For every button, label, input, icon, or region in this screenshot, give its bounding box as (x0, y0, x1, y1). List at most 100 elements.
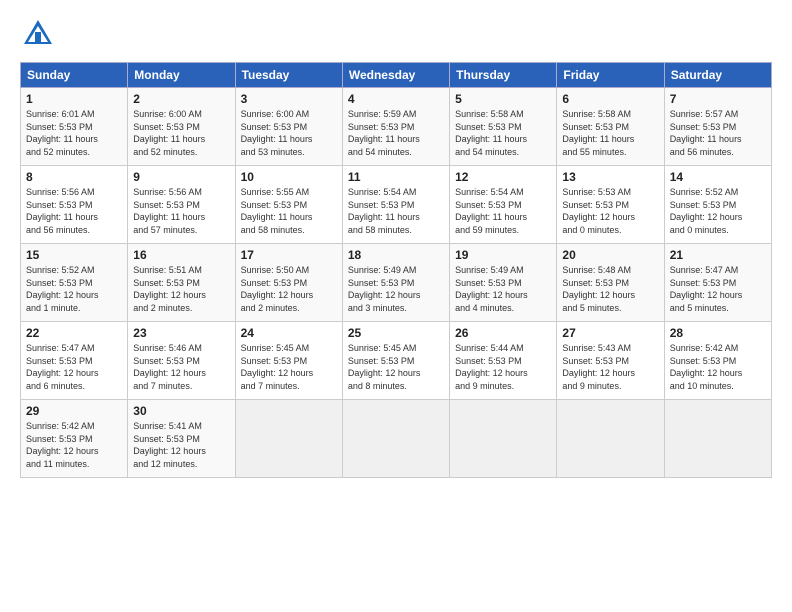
day-cell: 9 Sunrise: 5:56 AM Sunset: 5:53 PM Daylig… (128, 166, 235, 244)
day-cell: 10 Sunrise: 5:55 AM Sunset: 5:53 PM Dayli… (235, 166, 342, 244)
day-info: Sunrise: 5:50 AM Sunset: 5:53 PM Dayligh… (241, 264, 337, 314)
day-info: Sunrise: 6:01 AM Sunset: 5:53 PM Dayligh… (26, 108, 122, 158)
day-number: 6 (562, 92, 658, 106)
day-info: Sunrise: 5:54 AM Sunset: 5:53 PM Dayligh… (348, 186, 444, 236)
weekday-header-saturday: Saturday (664, 63, 771, 88)
day-info: Sunrise: 5:52 AM Sunset: 5:53 PM Dayligh… (670, 186, 766, 236)
day-cell: 28Sunrise: 5:42 AM Sunset: 5:53 PM Dayli… (664, 322, 771, 400)
weekday-header-monday: Monday (128, 63, 235, 88)
weekday-header-friday: Friday (557, 63, 664, 88)
day-cell: 1 Sunrise: 6:01 AM Sunset: 5:53 PM Daylig… (21, 88, 128, 166)
day-info: Sunrise: 5:51 AM Sunset: 5:53 PM Dayligh… (133, 264, 229, 314)
day-cell (557, 400, 664, 478)
day-cell: 23Sunrise: 5:46 AM Sunset: 5:53 PM Dayli… (128, 322, 235, 400)
day-cell (664, 400, 771, 478)
day-cell: 25Sunrise: 5:45 AM Sunset: 5:53 PM Dayli… (342, 322, 449, 400)
day-cell: 11 Sunrise: 5:54 AM Sunset: 5:53 PM Dayli… (342, 166, 449, 244)
day-info: Sunrise: 5:53 AM Sunset: 5:53 PM Dayligh… (562, 186, 658, 236)
logo (20, 16, 60, 52)
day-info: Sunrise: 5:56 AM Sunset: 5:53 PM Dayligh… (133, 186, 229, 236)
day-cell: 14 Sunrise: 5:52 AM Sunset: 5:53 PM Dayli… (664, 166, 771, 244)
day-cell: 22 Sunrise: 5:47 AM Sunset: 5:53 PM Dayli… (21, 322, 128, 400)
weekday-header-wednesday: Wednesday (342, 63, 449, 88)
calendar: SundayMondayTuesdayWednesdayThursdayFrid… (20, 62, 772, 478)
day-info: Sunrise: 6:00 AM Sunset: 5:53 PM Dayligh… (133, 108, 229, 158)
day-number: 4 (348, 92, 444, 106)
weekday-header-row: SundayMondayTuesdayWednesdayThursdayFrid… (21, 63, 772, 88)
day-number: 10 (241, 170, 337, 184)
day-cell: 27 Sunrise: 5:43 AM Sunset: 5:53 PM Dayli… (557, 322, 664, 400)
day-number: 13 (562, 170, 658, 184)
week-row-4: 29 Sunrise: 5:42 AM Sunset: 5:53 PM Dayli… (21, 400, 772, 478)
day-info: Sunrise: 5:56 AM Sunset: 5:53 PM Dayligh… (26, 186, 122, 236)
day-info: Sunrise: 6:00 AM Sunset: 5:53 PM Dayligh… (241, 108, 337, 158)
day-cell: 15Sunrise: 5:52 AM Sunset: 5:53 PM Dayli… (21, 244, 128, 322)
day-cell: 29 Sunrise: 5:42 AM Sunset: 5:53 PM Dayli… (21, 400, 128, 478)
day-cell: 4 Sunrise: 5:59 AM Sunset: 5:53 PM Daylig… (342, 88, 449, 166)
day-cell: 18Sunrise: 5:49 AM Sunset: 5:53 PM Dayli… (342, 244, 449, 322)
day-info: Sunrise: 5:48 AM Sunset: 5:53 PM Dayligh… (562, 264, 658, 314)
day-info: Sunrise: 5:55 AM Sunset: 5:53 PM Dayligh… (241, 186, 337, 236)
day-cell: 3Sunrise: 6:00 AM Sunset: 5:53 PM Daylig… (235, 88, 342, 166)
day-info: Sunrise: 5:49 AM Sunset: 5:53 PM Dayligh… (348, 264, 444, 314)
header (20, 16, 772, 52)
day-number: 30 (133, 404, 229, 418)
week-row-1: 8 Sunrise: 5:56 AM Sunset: 5:53 PM Daylig… (21, 166, 772, 244)
weekday-header-tuesday: Tuesday (235, 63, 342, 88)
day-number: 2 (133, 92, 229, 106)
day-number: 9 (133, 170, 229, 184)
day-info: Sunrise: 5:44 AM Sunset: 5:53 PM Dayligh… (455, 342, 551, 392)
day-info: Sunrise: 5:58 AM Sunset: 5:53 PM Dayligh… (455, 108, 551, 158)
day-cell (450, 400, 557, 478)
day-number: 20 (562, 248, 658, 262)
day-number: 22 (26, 326, 122, 340)
day-number: 7 (670, 92, 766, 106)
day-cell: 12 Sunrise: 5:54 AM Sunset: 5:53 PM Dayli… (450, 166, 557, 244)
day-number: 24 (241, 326, 337, 340)
day-info: Sunrise: 5:47 AM Sunset: 5:53 PM Dayligh… (26, 342, 122, 392)
day-cell: 26 Sunrise: 5:44 AM Sunset: 5:53 PM Dayli… (450, 322, 557, 400)
day-number: 29 (26, 404, 122, 418)
day-number: 17 (241, 248, 337, 262)
weekday-header-sunday: Sunday (21, 63, 128, 88)
day-number: 8 (26, 170, 122, 184)
day-number: 1 (26, 92, 122, 106)
day-info: Sunrise: 5:59 AM Sunset: 5:53 PM Dayligh… (348, 108, 444, 158)
day-cell: 30 Sunrise: 5:41 AM Sunset: 5:53 PM Dayli… (128, 400, 235, 478)
day-cell: 5Sunrise: 5:58 AM Sunset: 5:53 PM Daylig… (450, 88, 557, 166)
week-row-3: 22 Sunrise: 5:47 AM Sunset: 5:53 PM Dayli… (21, 322, 772, 400)
day-info: Sunrise: 5:54 AM Sunset: 5:53 PM Dayligh… (455, 186, 551, 236)
day-number: 28 (670, 326, 766, 340)
day-info: Sunrise: 5:57 AM Sunset: 5:53 PM Dayligh… (670, 108, 766, 158)
weekday-header-thursday: Thursday (450, 63, 557, 88)
day-cell: 6Sunrise: 5:58 AM Sunset: 5:53 PM Daylig… (557, 88, 664, 166)
day-number: 16 (133, 248, 229, 262)
week-row-0: 1 Sunrise: 6:01 AM Sunset: 5:53 PM Daylig… (21, 88, 772, 166)
day-number: 27 (562, 326, 658, 340)
day-cell: 13 Sunrise: 5:53 AM Sunset: 5:53 PM Dayli… (557, 166, 664, 244)
day-cell: 16 Sunrise: 5:51 AM Sunset: 5:53 PM Dayli… (128, 244, 235, 322)
day-cell: 7 Sunrise: 5:57 AM Sunset: 5:53 PM Daylig… (664, 88, 771, 166)
day-number: 12 (455, 170, 551, 184)
day-number: 14 (670, 170, 766, 184)
day-info: Sunrise: 5:47 AM Sunset: 5:53 PM Dayligh… (670, 264, 766, 314)
logo-icon (20, 16, 56, 52)
day-info: Sunrise: 5:43 AM Sunset: 5:53 PM Dayligh… (562, 342, 658, 392)
day-info: Sunrise: 5:42 AM Sunset: 5:53 PM Dayligh… (26, 420, 122, 470)
day-info: Sunrise: 5:49 AM Sunset: 5:53 PM Dayligh… (455, 264, 551, 314)
day-number: 23 (133, 326, 229, 340)
day-number: 26 (455, 326, 551, 340)
day-cell (235, 400, 342, 478)
day-cell (342, 400, 449, 478)
day-info: Sunrise: 5:45 AM Sunset: 5:53 PM Dayligh… (348, 342, 444, 392)
page: SundayMondayTuesdayWednesdayThursdayFrid… (0, 0, 792, 612)
day-cell: 19 Sunrise: 5:49 AM Sunset: 5:53 PM Dayli… (450, 244, 557, 322)
day-cell: 21 Sunrise: 5:47 AM Sunset: 5:53 PM Dayli… (664, 244, 771, 322)
day-info: Sunrise: 5:41 AM Sunset: 5:53 PM Dayligh… (133, 420, 229, 470)
day-number: 11 (348, 170, 444, 184)
day-info: Sunrise: 5:52 AM Sunset: 5:53 PM Dayligh… (26, 264, 122, 314)
day-cell: 20 Sunrise: 5:48 AM Sunset: 5:53 PM Dayli… (557, 244, 664, 322)
day-number: 21 (670, 248, 766, 262)
day-cell: 8 Sunrise: 5:56 AM Sunset: 5:53 PM Daylig… (21, 166, 128, 244)
day-number: 19 (455, 248, 551, 262)
